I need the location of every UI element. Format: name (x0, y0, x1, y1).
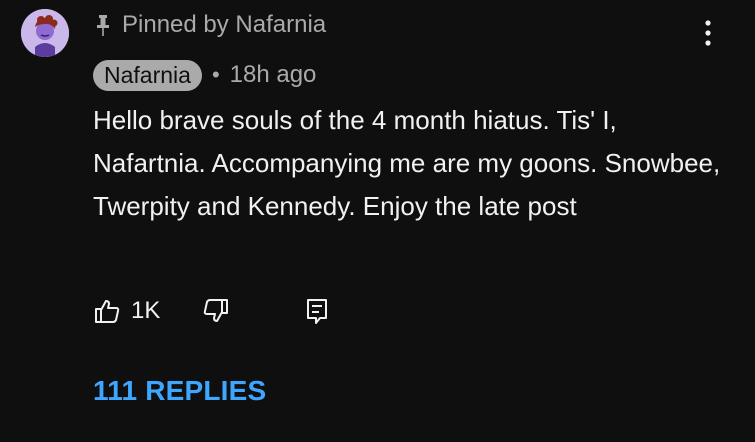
thumbs-down-icon[interactable] (202, 297, 230, 325)
reply-icon[interactable] (303, 297, 331, 325)
author-name[interactable]: Nafarnia (93, 59, 202, 91)
avatar[interactable] (21, 9, 69, 57)
comment-time[interactable]: 18h ago (230, 61, 317, 89)
thumbs-up-icon[interactable] (93, 297, 121, 325)
comment-meta: Nafarnia • 18h ago (93, 58, 316, 92)
comment-text: Hello brave souls of the 4 month hiatus.… (93, 105, 721, 221)
like-count: 1K (131, 297, 161, 324)
more-vert-icon[interactable] (696, 18, 720, 48)
pinned-text: Pinned by Nafarnia (122, 11, 327, 38)
comment-actions: 1K (93, 292, 331, 330)
meta-separator: • (211, 62, 220, 87)
pin-icon (96, 13, 110, 37)
replies-toggle[interactable]: 111 REPLIES (93, 375, 266, 407)
avatar-illustration (21, 9, 69, 57)
pinned-indicator: Pinned by Nafarnia (96, 8, 326, 42)
comment-thread: Pinned by Nafarnia Nafarnia • 18h ago He… (0, 0, 755, 442)
